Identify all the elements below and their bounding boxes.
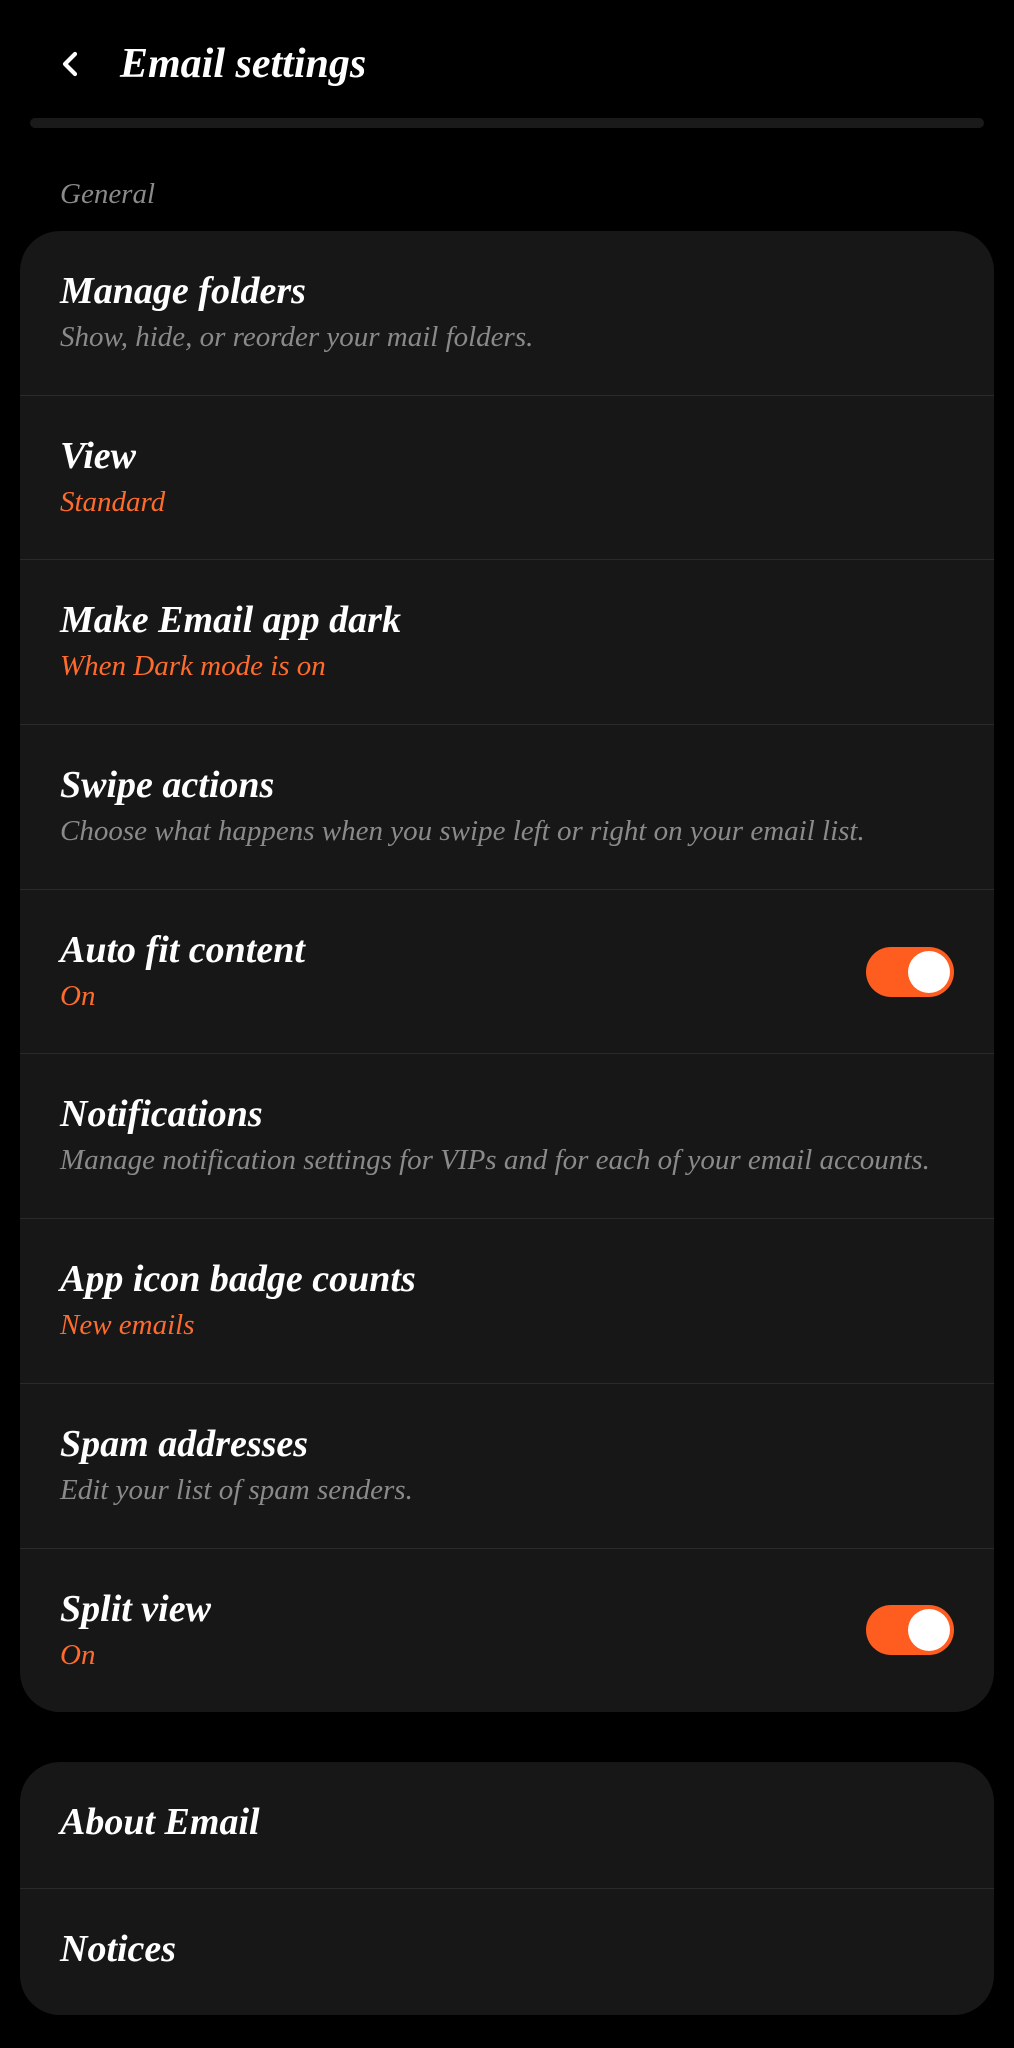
item-content: Notices [60,1927,954,1977]
item-subtitle: On [60,978,866,1016]
item-subtitle: Standard [60,484,954,522]
setting-swipe-actions[interactable]: Swipe actions Choose what happens when y… [20,725,994,890]
page-title: Email settings [120,40,366,88]
item-content: Spam addresses Edit your list of spam se… [60,1422,954,1510]
item-title: About Email [60,1800,954,1844]
item-subtitle: Manage notification settings for VIPs an… [60,1142,954,1180]
item-title: App icon badge counts [60,1257,954,1301]
settings-group-general: Manage folders Show, hide, or reorder yo… [20,231,994,1712]
setting-about-email[interactable]: About Email [20,1762,994,1889]
item-title: View [60,434,954,478]
item-title: Auto fit content [60,928,866,972]
scroll-indicator [30,118,984,128]
item-title: Swipe actions [60,763,954,807]
item-content: Make Email app dark When Dark mode is on [60,598,954,686]
setting-badge-counts[interactable]: App icon badge counts New emails [20,1219,994,1384]
item-title: Split view [60,1587,866,1631]
item-title: Notifications [60,1092,954,1136]
section-label-general: General [0,128,1014,231]
back-icon[interactable] [50,44,90,84]
setting-auto-fit[interactable]: Auto fit content On [20,890,994,1055]
item-subtitle: New emails [60,1307,954,1345]
setting-view[interactable]: View Standard [20,396,994,561]
item-subtitle: On [60,1637,866,1675]
item-content: About Email [60,1800,954,1850]
item-subtitle: Edit your list of spam senders. [60,1472,954,1510]
toggle-knob [908,951,950,993]
item-title: Make Email app dark [60,598,954,642]
item-content: App icon badge counts New emails [60,1257,954,1345]
setting-notifications[interactable]: Notifications Manage notification settin… [20,1054,994,1219]
setting-spam-addresses[interactable]: Spam addresses Edit your list of spam se… [20,1384,994,1549]
setting-dark-mode[interactable]: Make Email app dark When Dark mode is on [20,560,994,725]
item-content: Auto fit content On [60,928,866,1016]
setting-split-view[interactable]: Split view On [20,1549,994,1713]
item-content: Notifications Manage notification settin… [60,1092,954,1180]
item-content: Manage folders Show, hide, or reorder yo… [60,269,954,357]
item-subtitle: When Dark mode is on [60,648,954,686]
item-content: Swipe actions Choose what happens when y… [60,763,954,851]
item-title: Notices [60,1927,954,1971]
item-content: Split view On [60,1587,866,1675]
group-spacer [0,1712,1014,1762]
toggle-split-view[interactable] [866,1605,954,1655]
header: Email settings [0,0,1014,118]
settings-group-about: About Email Notices [20,1762,994,2015]
toggle-auto-fit[interactable] [866,947,954,997]
setting-manage-folders[interactable]: Manage folders Show, hide, or reorder yo… [20,231,994,396]
item-subtitle: Choose what happens when you swipe left … [60,813,954,851]
item-subtitle: Show, hide, or reorder your mail folders… [60,319,954,357]
item-title: Spam addresses [60,1422,954,1466]
item-title: Manage folders [60,269,954,313]
setting-notices[interactable]: Notices [20,1889,994,2015]
item-content: View Standard [60,434,954,522]
toggle-knob [908,1609,950,1651]
